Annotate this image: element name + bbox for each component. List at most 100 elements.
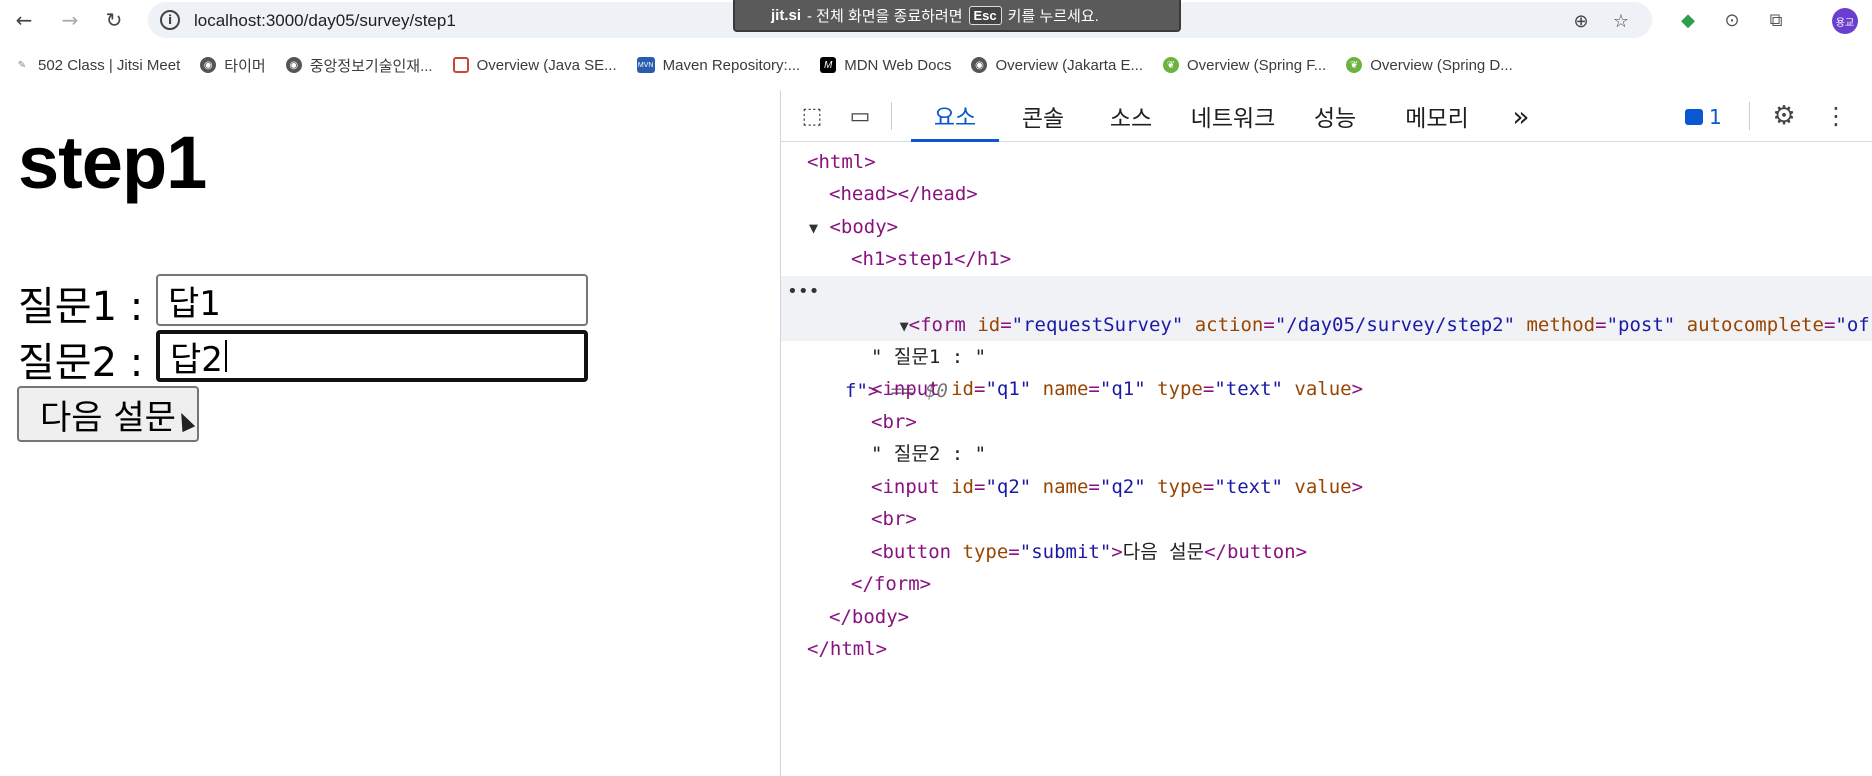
dom-val: "of	[1835, 313, 1870, 336]
message-icon	[1685, 109, 1703, 125]
dom-attr: type	[1157, 378, 1203, 400]
dom-val: "text"	[1214, 476, 1283, 498]
forward-arrow-icon[interactable]: →	[58, 8, 82, 32]
bookmark-item[interactable]: ✎ 502 Class | Jitsi Meet	[14, 57, 180, 74]
extension-circle-icon[interactable]: ⊙	[1720, 8, 1744, 32]
dom-tag: <button	[871, 541, 952, 563]
dom-attr: value	[1294, 476, 1352, 498]
bookmark-label: Overview (Jakarta E...	[995, 56, 1143, 74]
settings-gear-icon[interactable]: ⚙	[1769, 101, 1799, 131]
tab-elements[interactable]: 요소	[911, 90, 999, 142]
site-info-icon[interactable]: i	[160, 10, 180, 30]
dom-node[interactable]: <html>	[781, 146, 1872, 178]
dom-tag: <html>	[807, 151, 876, 173]
toast-key: Esc	[968, 5, 1002, 25]
devtools-toolbar: ⬚ ▭ 요소 콘솔 소스 네트워크 성능 메모리 » 1 ⚙ ⋮	[781, 90, 1872, 142]
question1-input[interactable]: 답1	[156, 274, 588, 326]
dom-node[interactable]: " 질문2 : "	[781, 438, 1872, 470]
issues-badge[interactable]: 1	[1685, 104, 1722, 130]
dom-attr: type	[962, 541, 1009, 563]
text-caret	[224, 340, 227, 372]
bookmark-item[interactable]: ◉ Overview (Jakarta E...	[971, 57, 1143, 74]
shield-extension-icon[interactable]: ◆	[1676, 8, 1700, 32]
bookmark-item[interactable]: ❦ Overview (Spring F...	[1163, 57, 1326, 74]
dom-attr: method	[1526, 313, 1596, 336]
bookmark-item[interactable]: Overview (Java SE...	[452, 56, 617, 74]
url-text[interactable]: localhost:3000/day05/survey/step1	[194, 11, 456, 31]
bookmark-star-icon[interactable]: ☆	[1610, 10, 1632, 32]
bookmark-item[interactable]: MVN Maven Repository:...	[636, 57, 800, 74]
question1-value: 답1	[168, 283, 221, 324]
question2-value: 답2	[170, 339, 223, 380]
dom-node[interactable]: </html>	[781, 633, 1872, 665]
dom-tag: <input	[871, 476, 940, 498]
dom-node[interactable]: <input id="q1" name="q1" type="text" val…	[781, 373, 1872, 405]
dom-val: "q2"	[985, 476, 1032, 498]
question1-label: 질문1 :	[18, 284, 144, 330]
tab-memory[interactable]: 메모리	[1379, 90, 1495, 142]
dom-tag: </html>	[807, 638, 888, 660]
bookmark-item[interactable]: ◉ 중앙정보기술인재...	[285, 55, 433, 76]
dom-tag: <br>	[871, 411, 917, 433]
dom-node[interactable]: <br>	[781, 406, 1872, 438]
dom-val: "text"	[1214, 378, 1283, 400]
dom-tag: </button>	[1204, 541, 1308, 563]
spring-icon: ❦	[1346, 57, 1363, 73]
bookmark-label: Overview (Java SE...	[476, 56, 617, 74]
dom-node[interactable]: " 질문1 : "	[781, 341, 1872, 373]
question2-input[interactable]: 답2	[156, 330, 588, 382]
dom-node[interactable]: </form>	[781, 568, 1872, 600]
dom-attr: id	[951, 476, 974, 498]
dom-attr: type	[1157, 476, 1203, 498]
dom-val: "q1"	[1099, 378, 1146, 400]
dom-node[interactable]: </body>	[781, 601, 1872, 633]
dom-text: " 질문2 : "	[871, 443, 987, 465]
zoom-icon[interactable]: ⊕	[1570, 10, 1592, 32]
dom-attr: name	[1042, 378, 1089, 400]
dom-tag: </form>	[851, 573, 932, 595]
dom-node[interactable]: <head></head>	[781, 178, 1872, 210]
dom-node[interactable]: <h1>step1</h1>	[781, 243, 1872, 275]
maven-icon: MVN	[636, 57, 655, 73]
dom-node[interactable]: <input id="q2" name="q2" type="text" val…	[781, 471, 1872, 503]
next-survey-button[interactable]: 다음 설문	[17, 386, 199, 442]
bookmark-label: Overview (Spring F...	[1187, 56, 1327, 74]
dom-attr: id	[977, 313, 1001, 336]
tab-network[interactable]: 네트워크	[1175, 90, 1291, 142]
back-arrow-icon[interactable]: ←	[12, 8, 36, 32]
reload-icon[interactable]: ↻	[102, 8, 126, 32]
globe-icon: ◉	[285, 57, 302, 73]
jitsi-icon: ✎	[17, 59, 27, 71]
dom-val: "submit"	[1019, 541, 1112, 563]
toast-suffix: 키를 누르세요.	[1007, 7, 1099, 25]
tab-performance[interactable]: 성능	[1291, 90, 1379, 142]
device-toolbar-icon[interactable]: ▭	[845, 102, 875, 130]
extensions-puzzle-icon[interactable]: ⧉	[1764, 8, 1788, 32]
bookmark-item[interactable]: ◉ 타이머	[200, 55, 266, 76]
expand-triangle-icon[interactable]: ▼	[809, 212, 818, 245]
ellipsis-icon[interactable]: •••	[787, 276, 820, 309]
toast-message: - 전체 화면을 종료하려면	[807, 7, 963, 25]
tab-console[interactable]: 콘솔	[999, 90, 1087, 142]
dom-tag: </body>	[829, 606, 910, 628]
dom-text: " 질문1 : "	[871, 346, 987, 368]
inspect-element-icon[interactable]: ⬚	[797, 102, 827, 130]
dom-node[interactable]: <br>	[781, 503, 1872, 535]
more-options-icon[interactable]: ⋮	[1821, 102, 1851, 130]
expand-triangle-icon[interactable]: ▼	[900, 310, 909, 343]
tab-sources[interactable]: 소스	[1087, 90, 1175, 142]
dom-attr: value	[1294, 378, 1352, 400]
more-tabs-icon[interactable]: »	[1501, 90, 1541, 142]
dom-node[interactable]: ▼ <body>	[781, 211, 1872, 243]
bookmark-item[interactable]: ❦ Overview (Spring D...	[1346, 57, 1513, 74]
dom-tag: <br>	[871, 508, 917, 530]
dom-tag: <h1>step1</h1>	[851, 248, 1012, 270]
dom-node[interactable]: <button type="submit">다음 설문</button>	[781, 536, 1872, 568]
question2-label: 질문2 :	[18, 340, 144, 386]
bookmark-item[interactable]: M MDN Web Docs	[820, 57, 951, 74]
dom-tag: <form	[908, 313, 966, 336]
toast-brand: jit.si	[771, 6, 802, 24]
dom-node-selected[interactable]: ••• ▼<form id="requestSurvey" action="/da…	[781, 276, 1872, 402]
bookmark-label: MDN Web Docs	[844, 56, 952, 74]
profile-avatar[interactable]: 용교	[1832, 8, 1858, 34]
